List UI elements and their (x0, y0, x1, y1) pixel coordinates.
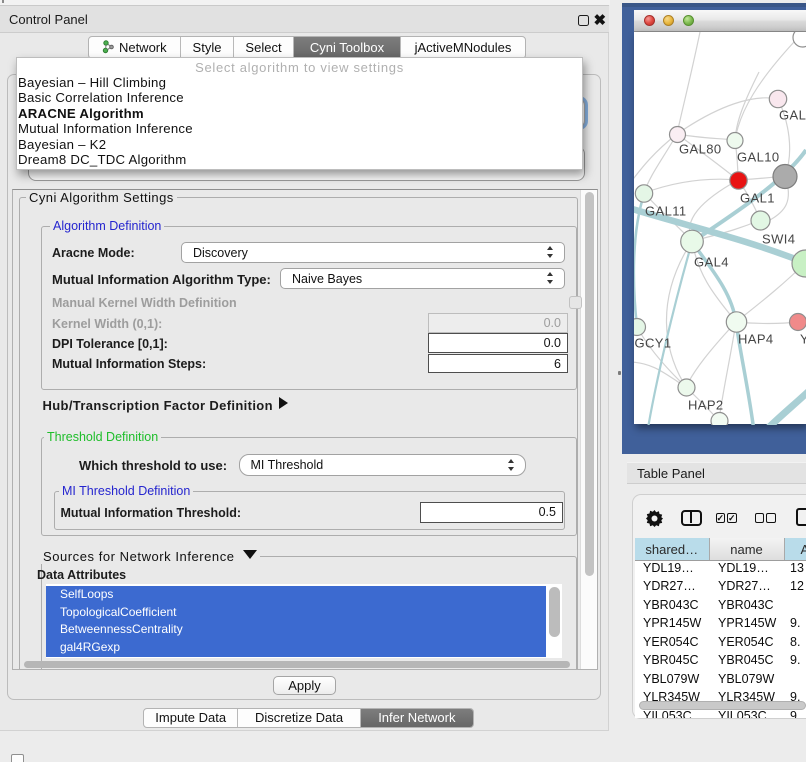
svg-text:HAP4: HAP4 (738, 331, 774, 346)
svg-text:Y: Y (800, 331, 806, 346)
svg-text:GAL7: GAL7 (779, 107, 806, 122)
svg-text:HAP2: HAP2 (688, 397, 724, 412)
svg-text:GAL1: GAL1 (740, 190, 775, 205)
svg-text:GAL10: GAL10 (737, 149, 779, 164)
svg-text:GAL4: GAL4 (694, 254, 729, 269)
svg-text:GAL80: GAL80 (679, 141, 721, 156)
svg-text:SWI4: SWI4 (762, 231, 795, 246)
svg-text:GAL11: GAL11 (645, 203, 687, 218)
svg-text:GCY1: GCY1 (635, 335, 672, 350)
